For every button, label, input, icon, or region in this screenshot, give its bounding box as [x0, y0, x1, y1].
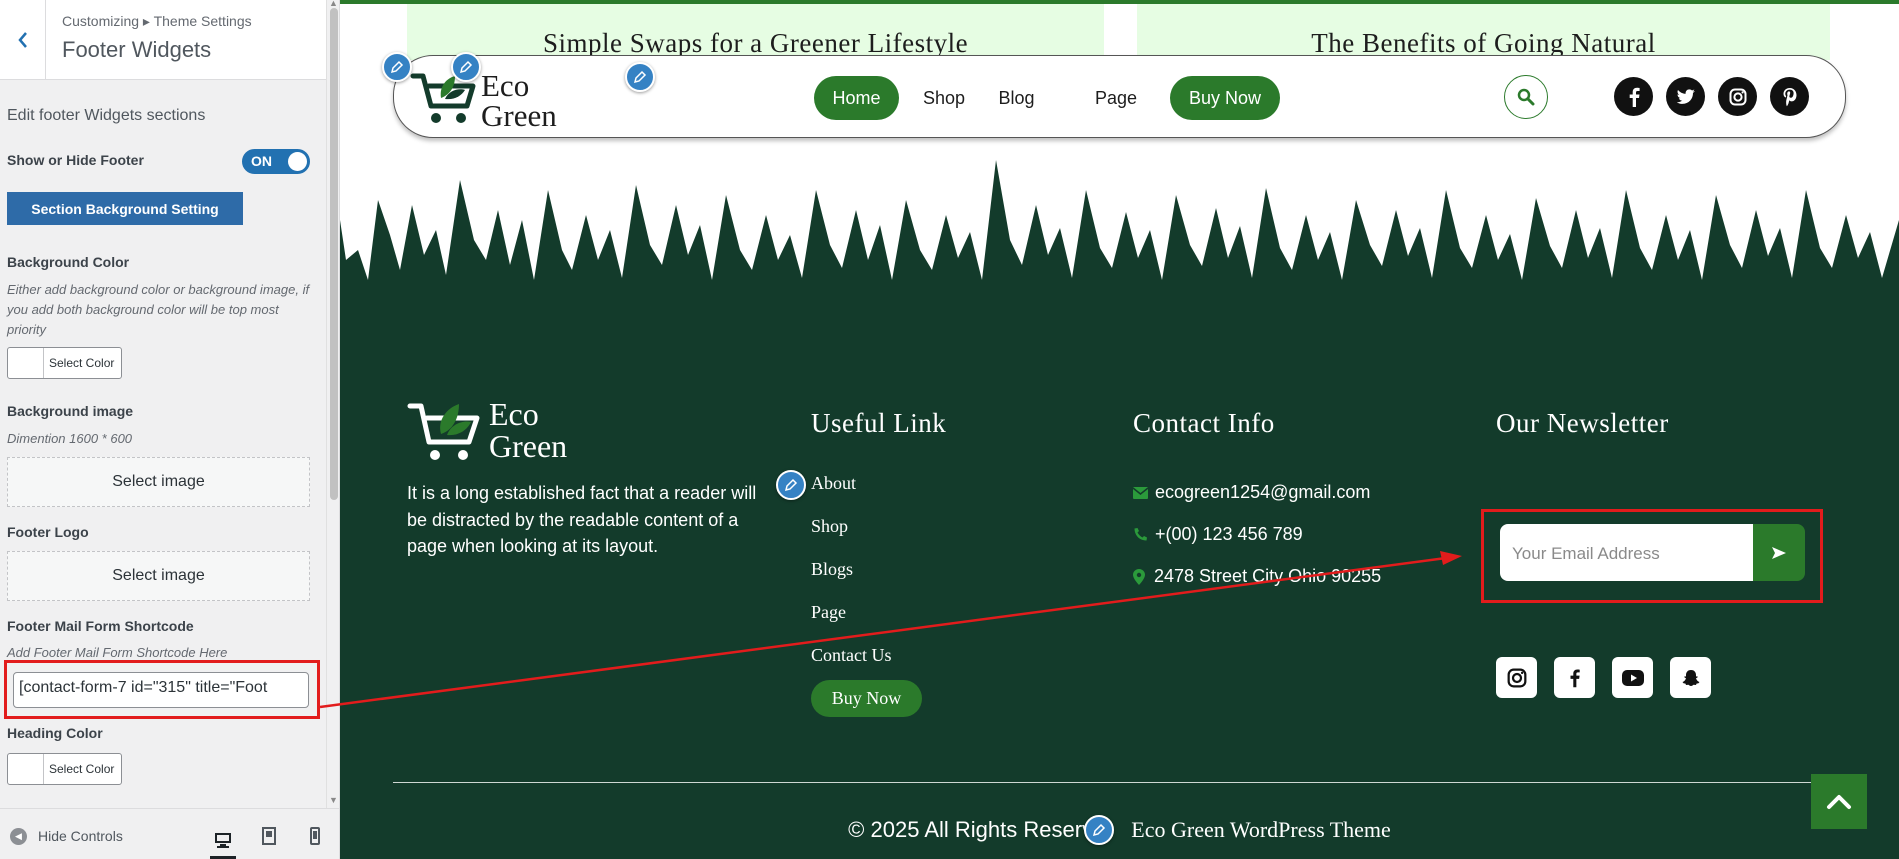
chevron-up-icon [1827, 794, 1851, 809]
contact-address-row: 2478 Street City Ohio 90255 [1133, 566, 1381, 587]
search-icon [1517, 88, 1535, 106]
contact-phone: +(00) 123 456 789 [1155, 524, 1303, 544]
copyright-part-1: © 2025 All Rights Reserve [848, 817, 1106, 842]
grass-divider-graphic [340, 160, 1899, 321]
background-color-picker[interactable]: Select Color [7, 347, 122, 379]
breadcrumb: Customizing ▸ Theme Settings [62, 13, 252, 29]
desktop-icon[interactable] [210, 823, 236, 859]
logo-text: Eco Green [481, 70, 557, 133]
search-button[interactable] [1504, 75, 1548, 119]
footer-divider [393, 782, 1846, 783]
footer-logo-label: Footer Logo [7, 524, 89, 540]
facebook-icon[interactable] [1554, 657, 1595, 698]
footer-link-about[interactable]: About [811, 473, 856, 494]
show-hide-footer-label: Show or Hide Footer [7, 152, 144, 168]
newsletter-heading: Our Newsletter [1496, 408, 1669, 438]
nav-home[interactable]: Home [814, 76, 899, 120]
tablet-icon[interactable] [256, 823, 282, 849]
site-logo[interactable]: Eco Green [409, 66, 574, 133]
nav-buy-now[interactable]: Buy Now [1170, 76, 1280, 120]
background-color-note: Either add background color or backgroun… [7, 282, 310, 337]
edit-pencil-icon[interactable] [625, 62, 655, 92]
instagram-icon[interactable] [1718, 77, 1757, 116]
nav-shop[interactable]: Shop [919, 76, 969, 120]
section-background-setting-button[interactable]: Section Background Setting [7, 192, 243, 225]
copyright-text: © 2025 All Rights Reserve Eco Green WordP… [340, 817, 1899, 843]
nav-blog[interactable]: Blog [994, 76, 1039, 120]
edit-pencil-icon[interactable] [776, 470, 806, 500]
footer-link-shop[interactable]: Shop [811, 516, 848, 537]
footer-logo-select-button[interactable]: Select image [7, 551, 310, 601]
highlight-box-shortcode [4, 660, 320, 719]
facebook-icon[interactable] [1614, 77, 1653, 116]
heading-color-picker[interactable]: Select Color [7, 753, 122, 785]
pinterest-icon[interactable] [1770, 77, 1809, 116]
instagram-icon[interactable] [1496, 657, 1537, 698]
section-description: Edit footer Widgets sections [7, 107, 206, 124]
background-color-label: Background Color [7, 254, 130, 270]
footer-link-page[interactable]: Page [811, 602, 846, 623]
color-swatch [8, 348, 44, 378]
cart-leaf-logo-icon [407, 403, 480, 460]
hide-controls-icon[interactable]: ◀ [10, 828, 27, 845]
color-swatch [8, 754, 44, 784]
twitter-icon[interactable] [1666, 77, 1705, 116]
newsletter-submit-button[interactable] [1753, 524, 1805, 581]
contact-email-row[interactable]: ecogreen1254@gmail.com [1133, 482, 1370, 503]
chevron-left-icon [17, 31, 27, 48]
background-image-note: Dimention 1600 * 600 [7, 431, 133, 446]
back-to-top-button[interactable] [1811, 774, 1867, 829]
site-preview: Simple Swaps for a Greener Lifestyle The… [340, 0, 1899, 859]
scroll-down-arrow-icon[interactable]: ▼ [329, 795, 338, 805]
useful-link-heading: Useful Link [811, 408, 947, 438]
customizer-footer: ◀ Hide Controls [0, 808, 339, 859]
background-image-select-button[interactable]: Select image [7, 457, 310, 507]
scroll-up-arrow-icon[interactable]: ▲ [329, 0, 338, 8]
map-marker-icon [1133, 568, 1154, 585]
customizer-header: Customizing ▸ Theme Settings Footer Widg… [0, 0, 326, 80]
mail-form-shortcode-label: Footer Mail Form Shortcode [7, 618, 194, 634]
logo-line-2: Green [481, 98, 557, 133]
logo-line-1: Eco [489, 396, 539, 432]
footer-logo[interactable]: Eco Green [407, 398, 607, 466]
footer-link-blogs[interactable]: Blogs [811, 559, 853, 580]
nav-page[interactable]: Page [1092, 76, 1140, 120]
select-color-label: Select Color [49, 762, 115, 776]
back-button[interactable] [0, 0, 46, 79]
footer-buy-now-button[interactable]: Buy Now [811, 680, 922, 717]
contact-info-heading: Contact Info [1133, 408, 1275, 438]
panel-title: Footer Widgets [62, 37, 212, 62]
contact-address: 2478 Street City Ohio 90255 [1154, 566, 1382, 586]
contact-phone-row[interactable]: +(00) 123 456 789 [1133, 524, 1303, 545]
hide-controls-button[interactable]: Hide Controls [38, 828, 123, 844]
footer-link-contact-us[interactable]: Contact Us [811, 645, 892, 666]
toggle-knob [288, 152, 307, 171]
post-card[interactable]: The Benefits of Going Natural [1137, 4, 1830, 60]
copyright-part-2: Eco Green WordPress Theme [1131, 817, 1391, 842]
send-arrow-icon [1772, 546, 1786, 559]
scrollbar-thumb[interactable] [330, 8, 338, 500]
footer-logo-text: Eco Green [489, 398, 567, 462]
edit-pencil-icon[interactable] [451, 52, 481, 82]
youtube-icon[interactable] [1612, 657, 1653, 698]
toggle-state-label: ON [251, 153, 272, 169]
edit-pencil-icon[interactable] [382, 52, 412, 82]
newsletter-email-input[interactable]: Your Email Address [1500, 524, 1755, 581]
mobile-icon[interactable] [302, 823, 328, 849]
panel-scrollbar[interactable]: ▲ ▼ [326, 0, 339, 808]
envelope-icon [1133, 486, 1155, 499]
edit-pencil-icon[interactable] [1084, 815, 1114, 845]
heading-color-label: Heading Color [7, 725, 103, 741]
footer-about-text: It is a long established fact that a rea… [407, 483, 757, 556]
background-image-label: Background image [7, 403, 134, 419]
logo-line-2: Green [489, 428, 568, 464]
site-header: Eco Green Home Shop Blog Page Buy Now [382, 52, 1846, 138]
phone-icon [1133, 527, 1155, 542]
post-card[interactable]: Simple Swaps for a Greener Lifestyle [407, 4, 1104, 60]
snapchat-icon[interactable] [1670, 657, 1711, 698]
contact-email: ecogreen1254@gmail.com [1155, 482, 1371, 502]
customizer-panel: Customizing ▸ Theme Settings Footer Widg… [0, 0, 340, 859]
show-footer-toggle[interactable]: ON [242, 149, 310, 174]
select-color-label: Select Color [49, 356, 115, 370]
